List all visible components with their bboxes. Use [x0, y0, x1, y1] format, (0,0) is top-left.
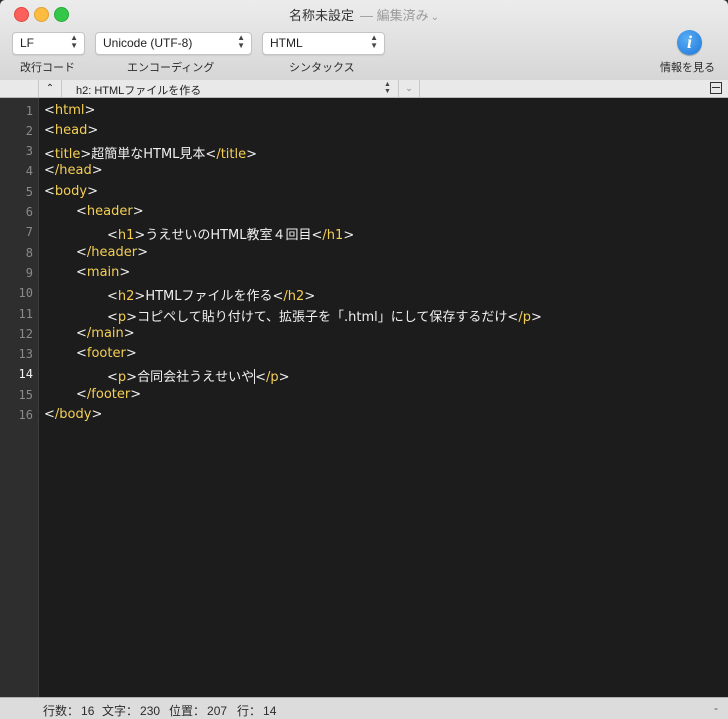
line-count: 行数： 16 [43, 704, 95, 718]
line-number: 3 [25, 144, 33, 158]
inspector-label: 情報を見る [660, 62, 715, 74]
navigation-bar: ⌃ h2: HTMLファイルを作る ▲ ▼ ⌄ [0, 80, 728, 98]
cursor-position: 位置： 207 [169, 704, 228, 718]
line-ending-value: LF [20, 36, 35, 50]
toolbar: 名称未設定 — 編集済み ⌄ LF ▲ ▼ Unicode (UTF-8) ▲ ▼ HT… [0, 0, 728, 81]
outline-up-button[interactable]: ⌃ [38, 80, 62, 97]
edited-status: — 編集済み [360, 8, 429, 23]
line-number: 7 [25, 225, 33, 239]
encoding-popup[interactable]: Unicode (UTF-8) ▲ ▼ [95, 32, 252, 55]
syntax-value: HTML [270, 36, 303, 50]
line-number: 9 [25, 266, 33, 280]
line-number: 5 [25, 185, 33, 199]
document-name: 名称未設定 [288, 8, 354, 23]
status-bar: 行数： 16 文字： 230 位置： 207 行： 14 - [0, 697, 728, 719]
code-line: </footer> [76, 387, 142, 402]
line-number: 12 [18, 327, 33, 341]
editor-window: 名称未設定 — 編集済み ⌄ LF ▲ ▼ Unicode (UTF-8) ▲ ▼ HT… [0, 0, 728, 719]
line-number: 2 [25, 124, 33, 138]
line-number: 13 [18, 347, 33, 361]
split-editor-icon[interactable] [710, 82, 722, 94]
window-title[interactable]: 名称未設定 — 編集済み ⌄ [0, 5, 728, 24]
line-number: 8 [25, 246, 33, 260]
code-line: <header> [76, 204, 144, 219]
info-icon[interactable]: i [677, 30, 702, 55]
syntax-popup[interactable]: HTML ▲ ▼ [262, 32, 385, 55]
line-number: 15 [18, 388, 33, 402]
line-number-gutter: 1 2 3 4 5 6 7 8 9 10 11 12 13 14 15 16 [0, 98, 39, 697]
encoding-label: エンコーディング [127, 62, 215, 74]
code-line: <p>コピペして貼り付けて、拡張子を「.html」にして保存するだけ</p> [107, 310, 542, 325]
popup-arrows-icon: ▲ ▼ [237, 33, 245, 50]
syntax-label: シンタックス [289, 62, 355, 74]
line-number: 16 [18, 408, 33, 422]
line-ending-popup[interactable]: LF ▲ ▼ [12, 32, 85, 55]
outline-menu[interactable]: h2: HTMLファイルを作る [76, 82, 201, 98]
line-ending-label: 改行コード [20, 62, 75, 74]
popup-arrows-icon: ▲ ▼ [70, 33, 78, 50]
line-number: 6 [25, 205, 33, 219]
line-number: 1 [25, 104, 33, 118]
popup-arrows-icon: ▲ ▼ [370, 33, 378, 50]
line-number: 11 [18, 307, 33, 321]
code-line: </main> [76, 326, 135, 341]
code-editor[interactable]: <html> <head> <title>超簡単なHTML見本</title> … [39, 98, 728, 697]
char-count: 文字： 230 [102, 704, 161, 718]
line-number: 10 [18, 286, 33, 300]
code-line: </head> [44, 163, 103, 178]
outline-arrows-icon: ▲ ▼ [384, 81, 391, 95]
code-line: <h1>うえせいのHTML教室４回目</h1> [107, 228, 355, 243]
code-line-current: <p>合同会社うえせいや</p> [107, 369, 290, 385]
current-line: 行： 14 [237, 704, 277, 718]
status-end-mark: - [714, 701, 718, 715]
code-line: <html> [44, 103, 96, 118]
code-line: <head> [44, 123, 99, 138]
line-number: 14 [18, 367, 33, 381]
line-number: 4 [25, 164, 33, 178]
code-line: <footer> [76, 346, 137, 361]
title-chevron-icon: ⌄ [430, 12, 440, 23]
code-line: <body> [44, 184, 98, 199]
outline-down-button[interactable]: ⌄ [398, 80, 420, 97]
code-line: </body> [44, 407, 103, 422]
encoding-value: Unicode (UTF-8) [103, 36, 193, 50]
code-line: <h2>HTMLファイルを作る</h2> [107, 289, 316, 304]
code-line: <main> [76, 265, 131, 280]
code-line: <title>超簡単なHTML見本</title> [44, 147, 258, 162]
code-line: </header> [76, 245, 148, 260]
